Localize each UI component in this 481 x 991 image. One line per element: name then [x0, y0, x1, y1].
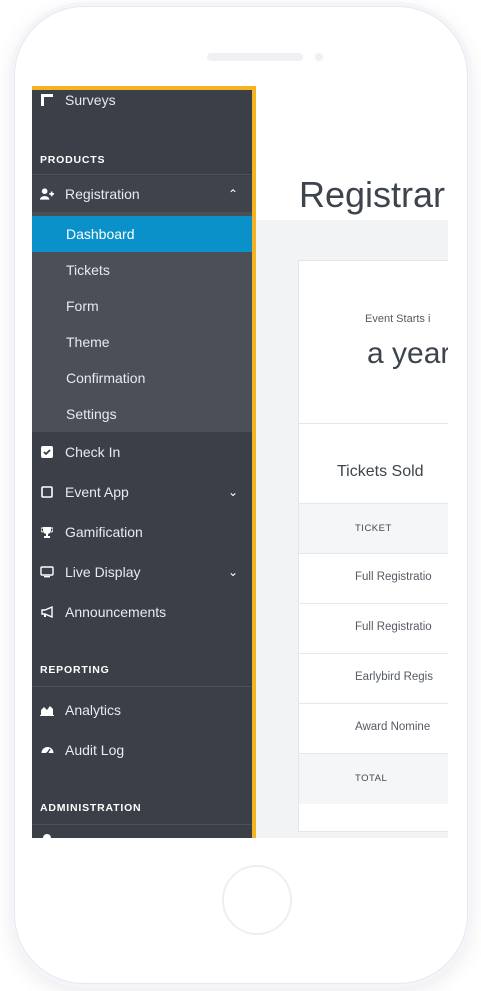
table-row[interactable]: Earlybird Regis	[299, 653, 448, 704]
ticket-name: Full Registratio	[355, 571, 432, 583]
section-heading-administration: ADMINISTRATION	[40, 802, 142, 814]
trophy-icon	[40, 525, 54, 539]
mobile-icon	[40, 485, 54, 499]
phone-home-button	[222, 865, 292, 935]
phone-camera	[315, 53, 323, 61]
sidebar-item-analytics[interactable]: Analytics	[32, 692, 252, 728]
sidebar-item-label: Event App	[65, 484, 129, 500]
sidebar-item-label: Live Display	[65, 564, 141, 580]
surveys-icon	[40, 93, 54, 107]
divider	[32, 174, 252, 175]
divider	[32, 824, 252, 825]
submenu-item-confirmation[interactable]: Confirmation	[66, 370, 145, 386]
sidebar: Surveys PRODUCTS Registration ⌃ Dashboar…	[32, 86, 256, 838]
table-total-row: TOTAL	[299, 753, 448, 804]
page-title: Registrar	[299, 174, 446, 216]
total-label: TOTAL	[355, 773, 388, 784]
phone-speaker	[207, 53, 303, 61]
sidebar-item-label: Gamification	[65, 524, 143, 540]
dashboard-gauge-icon	[40, 743, 54, 757]
sidebar-item-event-app[interactable]: Event App ⌄	[32, 474, 252, 510]
divider	[299, 423, 448, 424]
table-row[interactable]: Full Registratio	[299, 553, 448, 604]
area-chart-icon	[40, 703, 54, 717]
monitor-icon	[40, 565, 54, 579]
page-header: Registrar	[256, 98, 448, 220]
main-content: Registrar Event Starts i a year Tickets …	[256, 86, 448, 838]
add-user-icon	[40, 187, 54, 201]
event-starts-label: Event Starts i	[365, 313, 431, 325]
check-in-icon	[40, 445, 54, 459]
submenu-item-dashboard[interactable]: Dashboard	[66, 226, 135, 242]
ticket-name: Full Registratio	[355, 621, 432, 633]
table-header-row: TICKET	[299, 503, 448, 554]
sidebar-item-label: Check In	[65, 444, 121, 460]
ticket-name: Earlybird Regis	[355, 671, 433, 683]
chevron-down-icon: ⌄	[227, 565, 238, 579]
sidebar-item-label: Analytics	[65, 702, 122, 718]
sidebar-item-surveys[interactable]: Surveys	[32, 92, 252, 108]
sidebar-item-announcements[interactable]: Announcements	[32, 594, 252, 630]
gear-icon	[40, 831, 54, 838]
app-screen: Surveys PRODUCTS Registration ⌃ Dashboar…	[32, 86, 448, 838]
sidebar-item-label: Registration	[65, 186, 140, 202]
sidebar-item-registration[interactable]: Registration ⌃	[32, 176, 252, 212]
submenu-item-tickets[interactable]: Tickets	[66, 262, 110, 278]
section-heading-reporting: REPORTING	[40, 664, 110, 676]
column-header-ticket: TICKET	[355, 523, 392, 534]
ticket-name: Award Nomine	[355, 721, 431, 733]
table-row[interactable]: Award Nomine	[299, 703, 448, 754]
event-starts-value: a year	[367, 337, 448, 370]
tickets-sold-title: Tickets Sold	[337, 463, 424, 480]
sidebar-item-check-in[interactable]: Check In	[32, 434, 252, 470]
dashboard-card: Event Starts i a year Tickets Sold TICKE…	[298, 260, 448, 832]
sidebar-item-label: Surveys	[65, 92, 116, 108]
sidebar-item-audit-log[interactable]: Audit Log	[32, 732, 252, 768]
submenu-item-form[interactable]: Form	[66, 298, 99, 314]
chevron-down-icon: ⌄	[227, 485, 238, 499]
sidebar-item-live-display[interactable]: Live Display ⌄	[32, 554, 252, 590]
chevron-up-icon: ⌃	[227, 187, 238, 201]
megaphone-icon	[40, 605, 54, 619]
active-highlight	[32, 216, 252, 252]
submenu-item-theme[interactable]: Theme	[66, 334, 110, 350]
divider	[32, 686, 252, 687]
sidebar-item-gamification[interactable]: Gamification	[32, 514, 252, 550]
sidebar-item-admin-partial[interactable]	[32, 830, 252, 838]
sidebar-item-label: Announcements	[65, 604, 167, 620]
section-heading-products: PRODUCTS	[40, 154, 106, 166]
sidebar-item-label: Audit Log	[65, 742, 125, 758]
table-row[interactable]: Full Registratio	[299, 603, 448, 654]
submenu-item-settings[interactable]: Settings	[66, 406, 117, 422]
